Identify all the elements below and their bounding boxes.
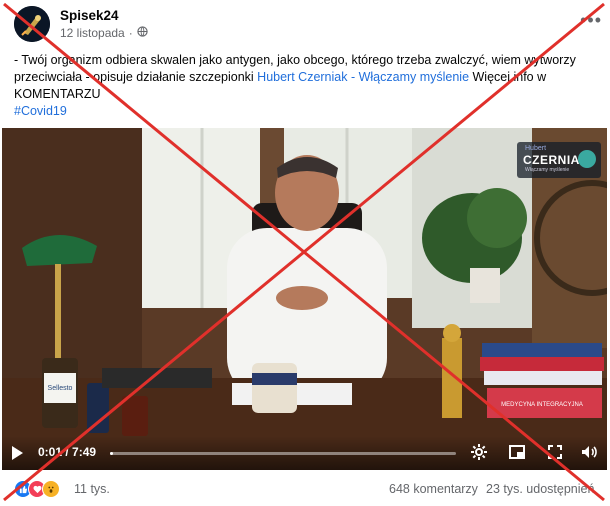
shares-count[interactable]: 23 tys. udostępnień: [486, 482, 594, 496]
bottle-label: Sellesto: [48, 385, 73, 392]
watermark-first-name: Hubert: [525, 145, 547, 152]
meta-separator: ·: [128, 26, 133, 40]
video-frame: Sellesto MEDYCYNA INTEGRACYJNA: [2, 128, 607, 470]
video-controls: 0:01 / 7:49: [2, 436, 607, 470]
facebook-post: Spisek24 12 listopada · ••• - Twój organ…: [0, 0, 610, 506]
wow-icon: [42, 480, 60, 498]
watermark-logo-icon: [578, 150, 596, 168]
post-footer: 11 tys. 648 komentarzy 23 tys. udostępni…: [14, 478, 598, 502]
reactions-icons[interactable]: [14, 480, 60, 498]
settings-icon[interactable]: [470, 443, 488, 466]
video-player[interactable]: Sellesto MEDYCYNA INTEGRACYJNA Hubert CZ…: [2, 128, 607, 470]
post-text: - Twój organizm odbiera skwalen jako ant…: [14, 52, 594, 120]
author-link[interactable]: Hubert Czerniak - Włączamy myślenie: [257, 70, 469, 84]
globe-icon: [137, 26, 148, 40]
reaction-count[interactable]: 11 tys.: [74, 482, 110, 496]
channel-watermark: Hubert CZERNIAK Włączamy myślenie: [517, 142, 601, 178]
volume-icon[interactable]: [580, 443, 598, 466]
watermark-subtitle: Włączamy myślenie: [525, 167, 570, 173]
video-progress-fill: [110, 452, 114, 455]
author-name[interactable]: Spisek24: [60, 8, 119, 23]
miniplayer-icon[interactable]: [508, 443, 526, 466]
play-button[interactable]: [12, 446, 23, 460]
book-label: MEDYCYNA INTEGRACYJNA: [501, 402, 583, 408]
post-header: Spisek24 12 listopada · •••: [14, 6, 604, 42]
comments-count[interactable]: 648 komentarzy: [389, 482, 478, 496]
avatar[interactable]: [14, 6, 50, 42]
post-date[interactable]: 12 listopada: [60, 26, 125, 40]
fullscreen-icon[interactable]: [546, 443, 564, 466]
hashtag-link[interactable]: #Covid19: [14, 103, 594, 120]
video-time: 0:01 / 7:49: [38, 445, 97, 459]
post-meta: 12 listopada ·: [60, 26, 148, 40]
video-progress-bar[interactable]: [110, 452, 456, 455]
more-options-button[interactable]: •••: [580, 10, 602, 31]
